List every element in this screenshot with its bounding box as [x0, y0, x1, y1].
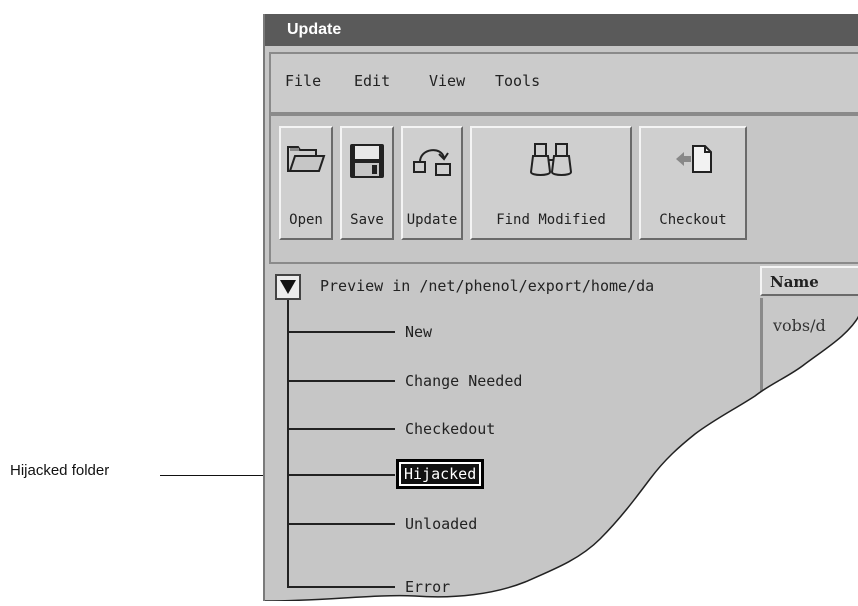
hijacked-folder-callout: Hijacked folder	[10, 462, 110, 479]
torn-page-edge	[265, 315, 858, 601]
callout-leader-line	[160, 475, 268, 476]
update-window: Update File Edit View Tools Open Save Up…	[263, 14, 858, 601]
